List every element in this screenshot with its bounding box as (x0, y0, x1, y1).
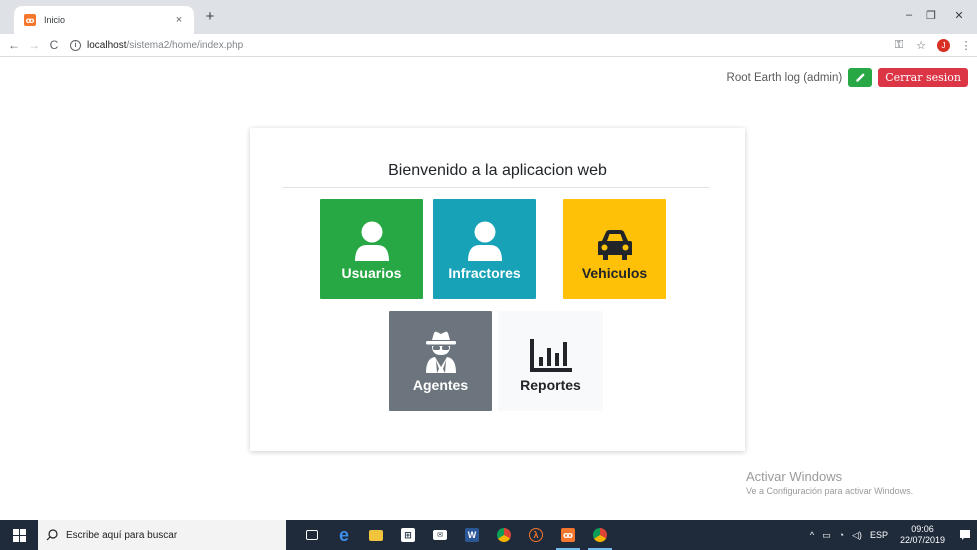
user-icon (354, 221, 389, 261)
user-icon (467, 221, 502, 261)
divider (282, 187, 710, 188)
new-tab-button[interactable]: + (200, 8, 220, 25)
tile-label: Usuarios (341, 265, 402, 281)
tile-agentes[interactable]: Agentes (389, 311, 492, 411)
pencil-icon (856, 73, 865, 82)
wifi-icon[interactable]: ◔ (839, 530, 844, 540)
brackets-app[interactable]: λ (520, 520, 552, 550)
system-tray: ^ ▭ ◔ ◁) ESP 09:06 22/07/2019 (806, 520, 977, 550)
chevron-up-icon[interactable]: ^ (810, 530, 814, 540)
car-icon (597, 230, 632, 260)
mail-app[interactable]: ✉ (424, 520, 456, 550)
tile-label: Vehiculos (581, 265, 648, 281)
notification-icon (960, 530, 970, 540)
clock-time: 09:06 (911, 524, 934, 534)
browser-toolbar: ← → C i localhost/sistema2/home/index.ph… (0, 34, 977, 57)
search-placeholder: Escribe aquí para buscar (66, 529, 178, 541)
lambda-icon: λ (529, 528, 543, 542)
edit-profile-button[interactable] (848, 68, 873, 87)
tab-close-icon[interactable]: × (172, 14, 186, 26)
tile-label: Infractores (448, 265, 521, 281)
url-host: localhost (87, 39, 127, 51)
task-view-button[interactable] (296, 520, 328, 550)
volume-icon[interactable]: ◁) (852, 530, 862, 541)
language-indicator[interactable]: ESP (870, 530, 888, 540)
tile-vehiculos[interactable]: Vehiculos (563, 199, 666, 299)
logout-button[interactable]: Cerrar sesion (878, 68, 968, 87)
minimize-button[interactable]: – (900, 9, 918, 21)
windows-taskbar: Escribe aquí para buscar e ⊞ ✉ W λ ꝏ ^ ▭… (0, 520, 977, 550)
info-icon[interactable]: i (70, 39, 81, 51)
restore-button[interactable]: ❐ (922, 9, 940, 22)
chart-bar-icon (529, 339, 572, 372)
taskbar-search-input[interactable]: Escribe aquí para buscar (38, 520, 286, 550)
edge-app[interactable]: e (328, 520, 360, 550)
notifications-button[interactable] (953, 520, 977, 550)
welcome-card: Bienvenido a la aplicacion web Usuarios … (250, 128, 745, 451)
chrome-app[interactable] (488, 520, 520, 550)
browser-tabstrip: ꝏ Inicio × + – ❐ ✕ (0, 0, 977, 34)
url-path: /sistema2/home/index.php (126, 39, 244, 51)
windows-logo-icon (12, 528, 26, 542)
tile-reportes[interactable]: Reportes (498, 311, 603, 411)
xampp-app[interactable]: ꝏ (552, 520, 584, 550)
chrome-icon (593, 528, 607, 542)
page-title: Bienvenido a la aplicacion web (388, 162, 607, 179)
tile-label: Reportes (520, 377, 581, 393)
clock-date: 22/07/2019 (899, 535, 945, 545)
xampp-icon: ꝏ (561, 528, 575, 542)
chrome-icon (497, 528, 511, 542)
start-button[interactable] (0, 520, 38, 550)
key-icon[interactable]: ⚿ (888, 39, 910, 52)
mail-icon: ✉ (433, 530, 447, 540)
watermark-subtitle: Ve a Configuración para activar Windows. (746, 486, 914, 496)
user-secret-icon (425, 331, 456, 373)
edge-icon: e (338, 524, 349, 545)
clock[interactable]: 09:06 22/07/2019 (900, 524, 945, 546)
chrome-app-active[interactable] (584, 520, 616, 550)
word-app[interactable]: W (456, 520, 488, 550)
search-icon (46, 529, 58, 541)
user-label: Root Earth log (admin) (726, 71, 843, 84)
user-bar: Root Earth log (admin) Cerrar sesion (727, 68, 968, 87)
close-window-button[interactable]: ✕ (950, 9, 968, 22)
tab-title: Inicio (44, 15, 66, 25)
reload-button[interactable]: C (44, 38, 64, 52)
profile-avatar[interactable]: J (937, 39, 950, 52)
xampp-favicon-icon: ꝏ (24, 14, 36, 26)
folder-icon (369, 529, 383, 541)
store-app[interactable]: ⊞ (392, 520, 424, 550)
tile-label: Agentes (412, 377, 469, 393)
address-bar[interactable]: i localhost/sistema2/home/index.php (70, 36, 243, 55)
battery-icon[interactable]: ▭ (822, 530, 831, 541)
activation-watermark: Activar Windows Ve a Configuración para … (746, 469, 913, 496)
browser-tab[interactable]: ꝏ Inicio × (14, 6, 194, 34)
word-icon: W (465, 528, 479, 542)
browser-menu-icon[interactable]: ⋮ (955, 39, 977, 52)
file-explorer-app[interactable] (360, 520, 392, 550)
bookmark-star-icon[interactable]: ☆ (910, 39, 932, 52)
forward-button[interactable]: → (24, 38, 44, 52)
tile-usuarios[interactable]: Usuarios (320, 199, 423, 299)
back-button[interactable]: ← (4, 38, 24, 52)
watermark-title: Activar Windows (746, 469, 843, 484)
tile-infractores[interactable]: Infractores (433, 199, 536, 299)
store-icon: ⊞ (401, 528, 415, 542)
task-view-icon (306, 530, 318, 540)
